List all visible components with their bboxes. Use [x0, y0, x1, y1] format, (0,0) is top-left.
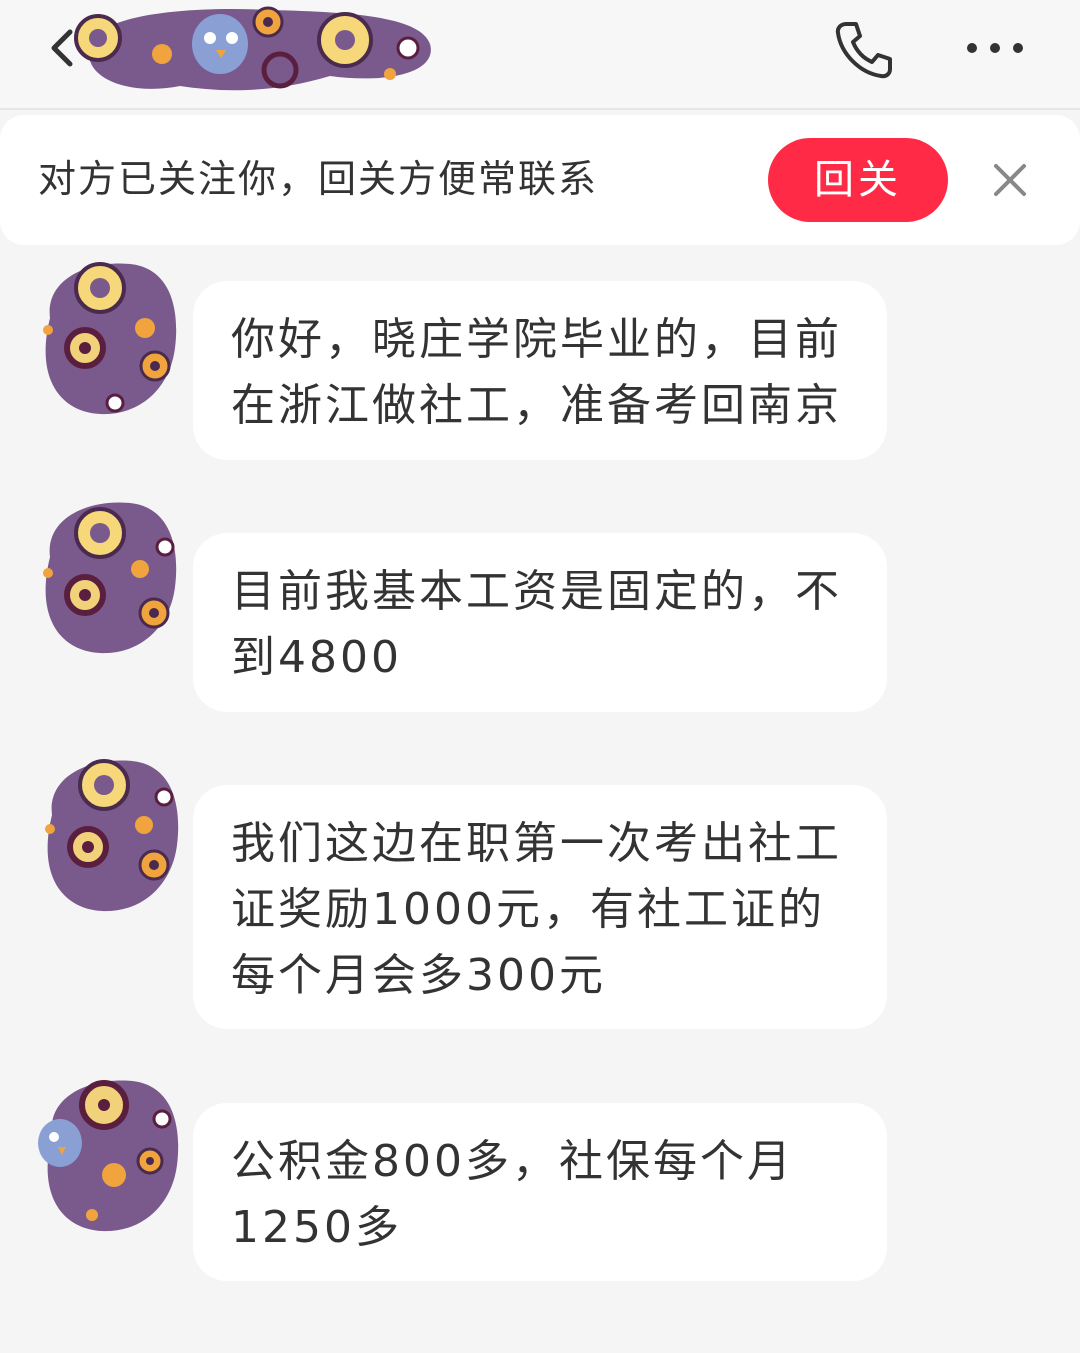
follow-back-message: 对方已关注你，回关方便常联系 [38, 157, 599, 201]
message-bubble[interactable]: 目前我基本工资是固定的，不到4800 [193, 533, 887, 712]
message-bubble[interactable]: 我们这边在职第一次考出社工证奖励1000元，有社工证的每个月会多300元 [193, 785, 887, 1029]
avatar[interactable] [30, 258, 180, 418]
avatar[interactable] [32, 755, 182, 915]
follow-back-button[interactable]: 回关 [768, 138, 948, 222]
message-text: 我们这边在职第一次考出社工证奖励1000元，有社工证的每个月会多300元 [231, 818, 842, 1001]
avatar[interactable] [32, 1075, 182, 1235]
message-bubble[interactable]: 你好，晓庄学院毕业的，目前在浙江做社工，准备考回南京 [193, 281, 887, 460]
message-bubble[interactable]: 公积金800多，社保每个月1250多 [193, 1103, 887, 1281]
close-icon[interactable] [988, 158, 1032, 202]
contact-name-obscured [74, 6, 431, 91]
message-text: 目前我基本工资是固定的，不到4800 [231, 566, 842, 683]
avatar[interactable] [30, 497, 180, 657]
message-text: 你好，晓庄学院毕业的，目前在浙江做社工，准备考回南京 [231, 314, 842, 431]
phone-icon[interactable] [832, 18, 896, 82]
message-text: 公积金800多，社保每个月1250多 [231, 1136, 794, 1253]
follow-back-banner: 对方已关注你，回关方便常联系 回关 [0, 115, 1080, 245]
top-bar [0, 0, 1080, 110]
more-dots-icon[interactable] [960, 28, 1030, 68]
